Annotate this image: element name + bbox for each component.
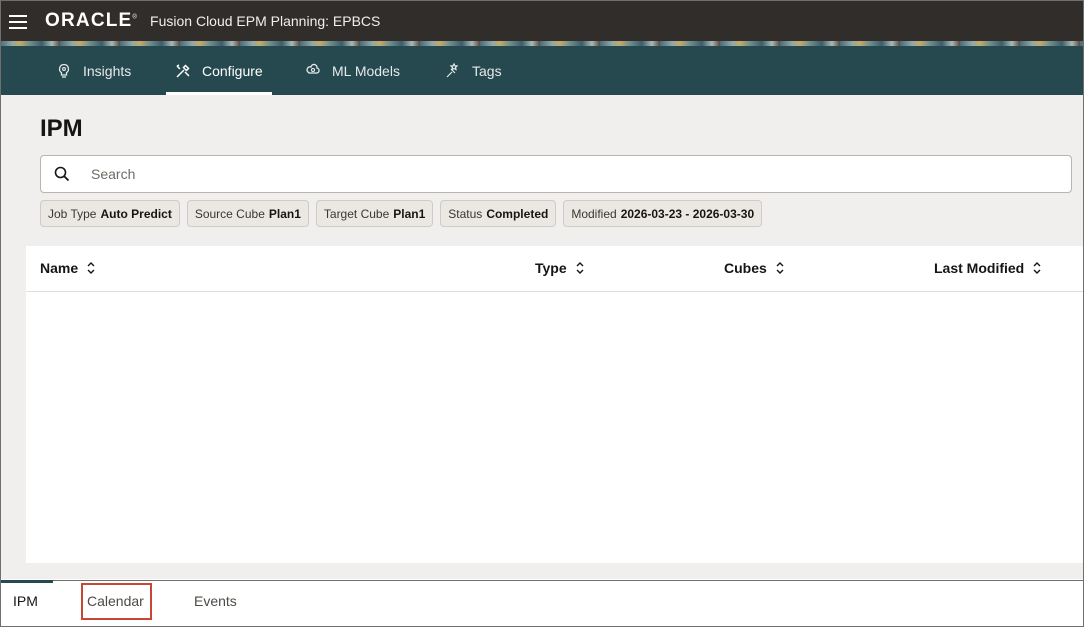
sort-icon — [1033, 262, 1041, 274]
filter-chip-key: Status — [448, 206, 483, 221]
app-header: ORACLE® Fusion Cloud EPM Planning: EPBCS — [0, 0, 1084, 41]
oracle-logo: ORACLE® — [45, 9, 139, 31]
filter-chip-job-type[interactable]: Job Type Auto Predict — [40, 200, 180, 227]
column-header-name[interactable]: Name — [40, 260, 96, 276]
hamburger-menu-icon[interactable] — [9, 13, 29, 29]
filter-chip-target-cube[interactable]: Target Cube Plan1 — [315, 200, 434, 227]
filter-chip-value: Plan1 — [268, 206, 301, 221]
tab-tags-label: Tags — [472, 62, 502, 79]
results-table: Name Type Cubes Last Modified — [26, 246, 1083, 563]
active-tab-indicator — [1, 580, 53, 583]
bottom-tab-ipm[interactable]: IPM — [13, 593, 38, 609]
filter-chip-key: Modified — [571, 206, 617, 221]
tab-insights[interactable]: Insights — [55, 46, 131, 95]
filter-chip-key: Target Cube — [323, 206, 390, 221]
navigation-tabs: Insights Configure ML Models Tags — [0, 46, 1084, 95]
filter-chip-key: Job Type — [48, 206, 97, 221]
column-header-label: Name — [40, 260, 79, 276]
page-title: IPM — [40, 115, 83, 142]
bottom-tab-events[interactable]: Events — [194, 593, 237, 609]
filter-chip-value: Completed — [486, 206, 549, 221]
app-title: Fusion Cloud EPM Planning: EPBCS — [150, 12, 381, 29]
filter-chip-source-cube[interactable]: Source Cube Plan1 — [186, 200, 309, 227]
filter-chip-value: 2026-03-23 - 2026-03-30 — [620, 206, 755, 221]
search-input[interactable] — [91, 166, 1051, 182]
tab-configure[interactable]: Configure — [166, 46, 272, 95]
tab-ml-models-label: ML Models — [332, 62, 400, 79]
tab-tags[interactable]: Tags — [444, 46, 502, 95]
sort-icon — [87, 262, 95, 274]
filter-chip-value: Auto Predict — [100, 206, 172, 221]
ml-models-icon — [304, 62, 322, 80]
filter-chip-status[interactable]: Status Completed — [440, 200, 557, 227]
filter-chips: Job Type Auto Predict Source Cube Plan1 Ta… — [40, 200, 769, 227]
sort-icon — [776, 262, 784, 274]
bottom-tab-bar: IPM Calendar Events — [1, 580, 1083, 626]
search-icon — [54, 166, 70, 182]
column-header-label: Last Modified — [934, 260, 1025, 276]
search-box[interactable] — [40, 155, 1072, 193]
column-header-cubes[interactable]: Cubes — [724, 260, 785, 276]
column-header-label: Type — [535, 260, 567, 276]
tab-configure-label: Configure — [202, 62, 263, 79]
filter-chip-key: Source Cube — [194, 206, 265, 221]
bottom-tab-calendar[interactable]: Calendar — [87, 593, 144, 609]
configure-icon — [174, 62, 192, 80]
column-header-label: Cubes — [724, 260, 767, 276]
tab-insights-label: Insights — [83, 62, 132, 79]
insights-icon — [55, 62, 73, 80]
sort-icon — [576, 262, 584, 274]
filter-chip-value: Plan1 — [393, 206, 426, 221]
tags-icon — [444, 62, 462, 80]
filter-chip-modified[interactable]: Modified 2026-03-23 - 2026-03-30 — [563, 200, 763, 227]
table-header: Name Type Cubes Last Modified — [26, 246, 1083, 292]
column-header-type[interactable]: Type — [535, 260, 585, 276]
tab-ml-models[interactable]: ML Models — [304, 46, 400, 95]
column-header-last-modified[interactable]: Last Modified — [934, 260, 1042, 276]
